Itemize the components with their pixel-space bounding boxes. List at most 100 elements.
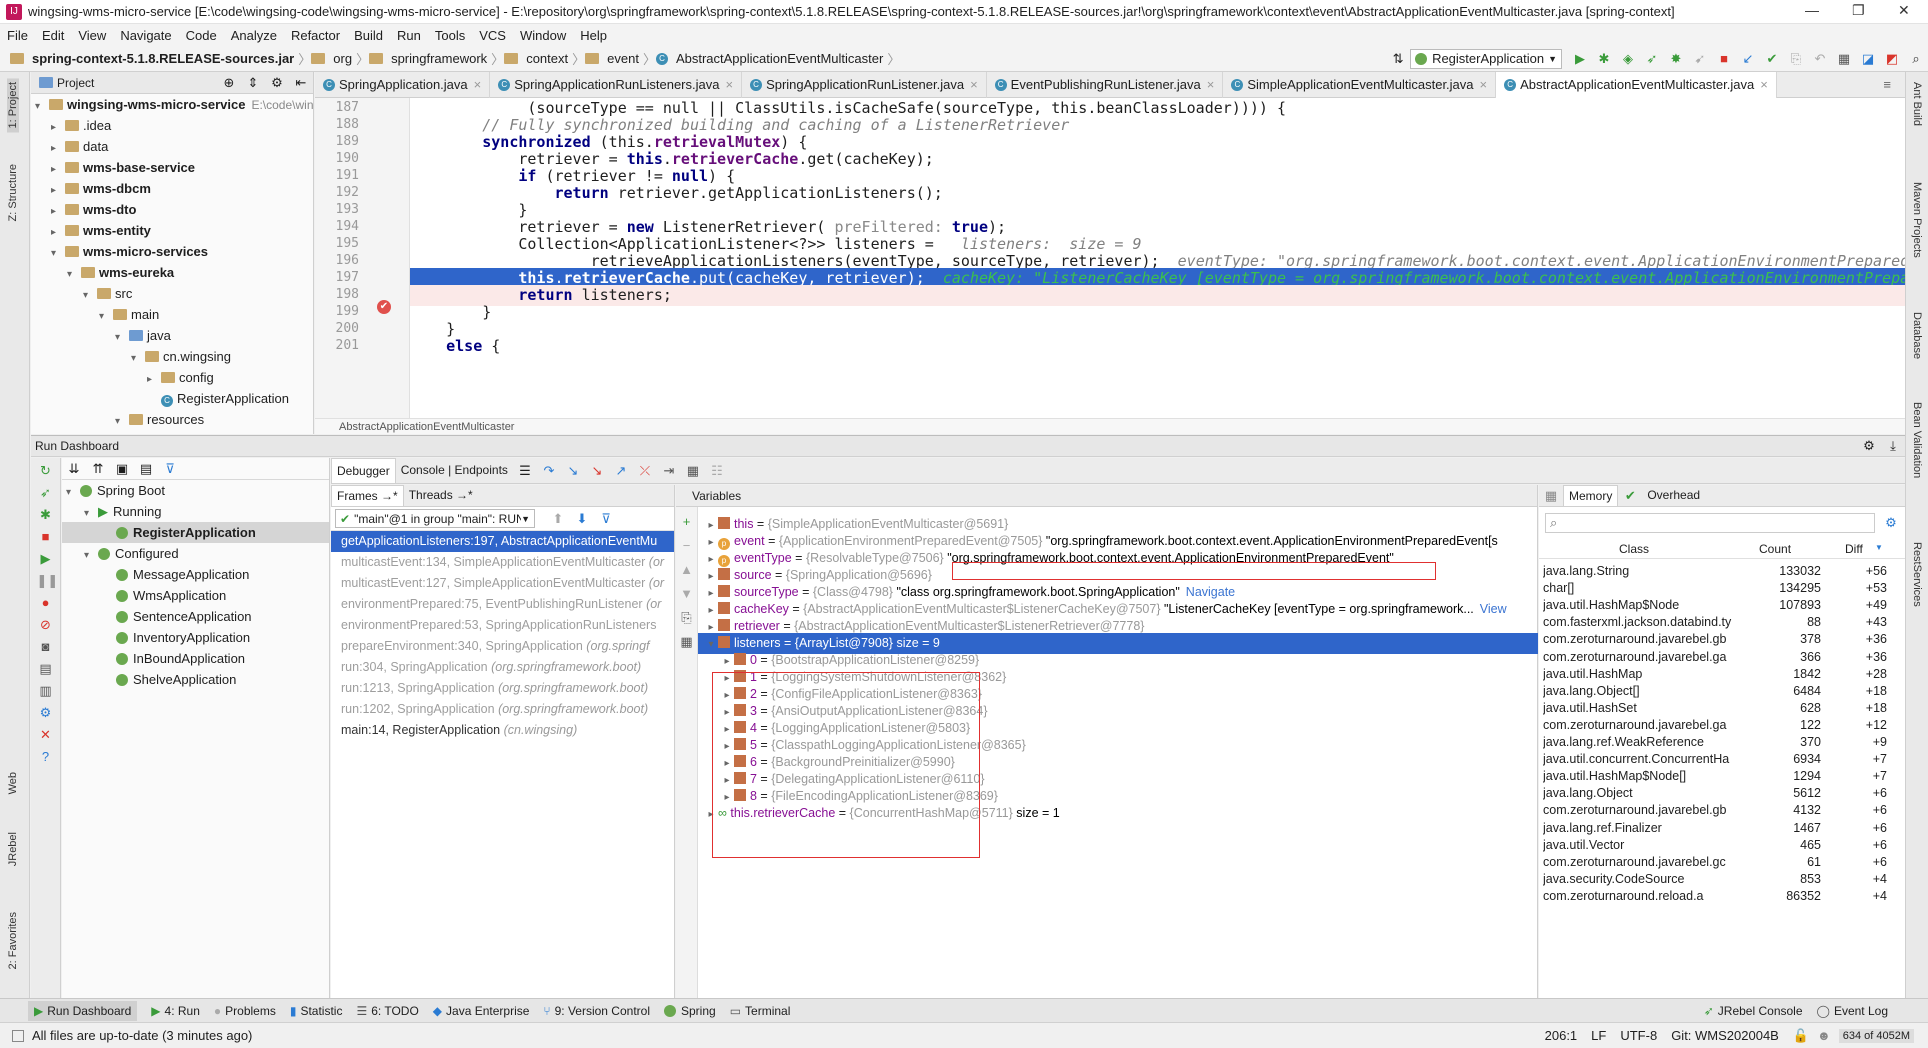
- tab-console-endpoints[interactable]: Console | Endpoints: [396, 458, 513, 483]
- rerun-icon[interactable]: ↻: [37, 462, 55, 480]
- run-dashboard-item[interactable]: MessageApplication: [62, 564, 329, 585]
- jrebel-run-icon[interactable]: ➶: [1643, 50, 1661, 68]
- version-control-tool-button[interactable]: ⑂ 9: Version Control: [543, 1004, 650, 1018]
- menu-tools[interactable]: Tools: [435, 28, 465, 43]
- terminal-tool-button[interactable]: ▭ Terminal: [730, 1004, 791, 1018]
- expand-arrow-icon[interactable]: ▸: [51, 159, 65, 180]
- close-tab-icon[interactable]: ×: [1207, 72, 1215, 98]
- collapse-icon[interactable]: ⇕: [244, 74, 262, 92]
- stack-frame[interactable]: run:1213, SpringApplication (org.springf…: [331, 678, 674, 699]
- breakpoint-icon[interactable]: ✔: [377, 300, 391, 314]
- gear-icon[interactable]: ⚙: [268, 74, 286, 92]
- help-icon[interactable]: ?: [37, 748, 55, 766]
- code-area[interactable]: 187 188 189 190 191 192 193 194 195 196 197 198 199 2…: [315, 98, 1905, 418]
- step-out-icon[interactable]: ↗: [612, 462, 630, 480]
- close-tab-icon[interactable]: ×: [1480, 72, 1488, 98]
- run-dashboard-item[interactable]: ▾ Configured: [62, 543, 329, 564]
- hide-icon[interactable]: ⇤: [292, 74, 310, 92]
- expand-arrow-icon[interactable]: ▾: [84, 503, 98, 524]
- stack-frame[interactable]: getApplicationListeners:197, AbstractApp…: [331, 531, 674, 552]
- file-encoding[interactable]: UTF-8: [1620, 1028, 1657, 1043]
- memory-row[interactable]: com.zeroturnaround.reload.a 86352 +4: [1539, 886, 1905, 907]
- expand-arrow-icon[interactable]: ▸: [147, 369, 161, 390]
- menu-run[interactable]: Run: [397, 28, 421, 43]
- stack-frame[interactable]: prepareEnvironment:340, SpringApplicatio…: [331, 636, 674, 657]
- variable-action-link[interactable]: View: [1480, 602, 1507, 616]
- evaluate-expression-icon[interactable]: ▦: [684, 462, 702, 480]
- stack-frame[interactable]: run:1202, SpringApplication (org.springf…: [331, 699, 674, 720]
- hide-icon[interactable]: ⤓: [1884, 437, 1902, 455]
- project-tree-item[interactable]: ▾ java: [31, 325, 313, 346]
- stack-frame[interactable]: environmentPrepared:53, SpringApplicatio…: [331, 615, 674, 636]
- copy-icon[interactable]: ⎘: [678, 609, 696, 627]
- hector-icon[interactable]: ☻: [1817, 1028, 1831, 1043]
- menu-help[interactable]: Help: [580, 28, 607, 43]
- java-enterprise-tool-button[interactable]: ◆ Java Enterprise: [433, 1004, 530, 1018]
- project-tree-item[interactable]: ▸ wms-entity: [31, 220, 313, 241]
- expand-arrow-icon[interactable]: ▸: [51, 180, 65, 201]
- favorites-tool-button[interactable]: 2: Favorites: [7, 912, 19, 969]
- jrebel-panel-icon[interactable]: ◩: [1883, 50, 1901, 68]
- memory-search-input[interactable]: ⌕: [1545, 513, 1875, 533]
- down-arrow-icon[interactable]: ⬇: [573, 510, 591, 528]
- show-execution-point-icon[interactable]: ☰: [516, 462, 534, 480]
- project-tool-button[interactable]: 1: Project: [7, 78, 19, 133]
- build-arrow-icon[interactable]: ⇅: [1389, 50, 1407, 68]
- lock-icon[interactable]: 🔓: [1793, 1028, 1809, 1044]
- expand-arrow-icon[interactable]: ▸: [51, 117, 65, 138]
- stack-frame[interactable]: main:14, RegisterApplication (cn.wingsin…: [331, 720, 674, 741]
- project-panel-title[interactable]: Project: [57, 76, 94, 90]
- tab-memory[interactable]: Memory: [1563, 485, 1619, 506]
- tab-debugger[interactable]: Debugger: [331, 458, 396, 483]
- column-class[interactable]: Class: [1619, 542, 1649, 556]
- breadcrumb-jar[interactable]: spring-context-5.1.8.RELEASE-sources.jar: [32, 51, 294, 66]
- mute-breakpoints-icon[interactable]: ⊘: [37, 616, 55, 634]
- resume-icon[interactable]: ▶: [37, 550, 55, 568]
- expand-arrow-icon[interactable]: ▸: [51, 201, 65, 222]
- project-tree-item[interactable]: ▾ wms-eureka: [31, 262, 313, 283]
- run-dashboard-item[interactable]: RegisterApplication: [62, 522, 329, 543]
- sort-icon[interactable]: ▤: [137, 460, 155, 478]
- search-everywhere-icon[interactable]: ⌕: [1907, 50, 1925, 68]
- project-tree-item[interactable]: ▾ resources: [31, 409, 313, 430]
- project-tree-item[interactable]: ▾ src: [31, 283, 313, 304]
- project-tree-item[interactable]: ▾ wingsing-wms-micro-service E:\code\wing: [31, 94, 313, 115]
- move-up-icon[interactable]: ▲: [678, 561, 696, 579]
- problems-tool-button[interactable]: ● Problems: [214, 1004, 276, 1018]
- editor-tab[interactable]: C SpringApplication.java ×: [315, 72, 491, 98]
- gear-icon[interactable]: ⚙: [1860, 437, 1878, 455]
- remove-watch-icon[interactable]: −: [678, 537, 696, 555]
- collapse-all-icon[interactable]: ⇈: [89, 460, 107, 478]
- step-into-icon[interactable]: ↘: [564, 462, 582, 480]
- bean-validation-tool-button[interactable]: Bean Validation: [1911, 402, 1923, 478]
- stack-frame[interactable]: environmentPrepared:75, EventPublishingR…: [331, 594, 674, 615]
- settings-icon[interactable]: ⚙: [37, 704, 55, 722]
- filter-icon[interactable]: ⊽: [597, 510, 615, 528]
- gear-icon[interactable]: ⚙: [1882, 514, 1900, 532]
- expand-arrow-icon[interactable]: ▾: [66, 482, 80, 503]
- sdk-icon[interactable]: ◪: [1859, 50, 1877, 68]
- debug-icon[interactable]: ✱: [1595, 50, 1613, 68]
- breadcrumb-event[interactable]: event: [607, 51, 639, 66]
- editor-tab[interactable]: C SimpleApplicationEventMulticaster.java ×: [1223, 72, 1497, 98]
- expand-arrow-icon[interactable]: ▾: [115, 327, 129, 348]
- restservices-tool-button[interactable]: RestServices: [1911, 542, 1923, 607]
- drop-frame-icon[interactable]: ⤫: [636, 462, 654, 480]
- menu-window[interactable]: Window: [520, 28, 566, 43]
- breadcrumb-context[interactable]: context: [526, 51, 568, 66]
- stack-frame[interactable]: multicastEvent:134, SimpleApplicationEve…: [331, 552, 674, 573]
- close-tab-icon[interactable]: ×: [725, 72, 733, 98]
- jrebel-tool-button[interactable]: JRebel: [7, 832, 19, 866]
- project-structure-icon[interactable]: ▦: [1835, 50, 1853, 68]
- project-tree-item[interactable]: ▸ wms-dto: [31, 199, 313, 220]
- tab-threads[interactable]: Threads →*: [404, 485, 478, 506]
- tab-overhead[interactable]: Overhead: [1642, 485, 1705, 506]
- menu-vcs[interactable]: VCS: [479, 28, 506, 43]
- run-dashboard-tool-button[interactable]: ▶ Run Dashboard: [28, 1000, 138, 1021]
- expand-arrow-icon[interactable]: ▾: [83, 285, 97, 306]
- variable-action-link[interactable]: Navigate: [1186, 585, 1235, 599]
- close-tab-icon[interactable]: ×: [1760, 72, 1768, 98]
- gutter[interactable]: 187 188 189 190 191 192 193 194 195 196 197 198 199 2…: [315, 98, 410, 418]
- step-over-icon[interactable]: ↷: [540, 462, 558, 480]
- menu-build[interactable]: Build: [354, 28, 383, 43]
